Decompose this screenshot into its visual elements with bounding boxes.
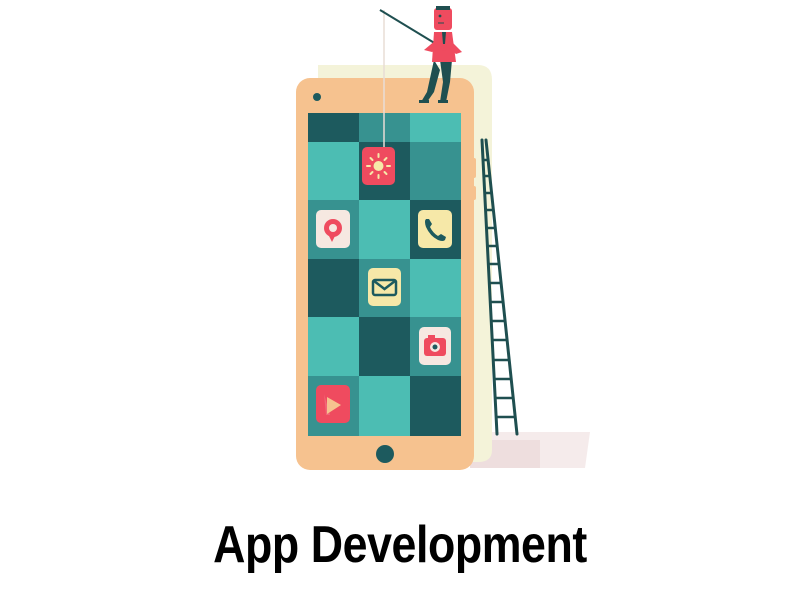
phone-side-button xyxy=(472,186,476,200)
app-development-illustration xyxy=(296,6,590,470)
page-title: App Development xyxy=(213,516,587,574)
mail-app-icon[interactable] xyxy=(368,268,401,306)
chat-app-icon[interactable] xyxy=(316,210,350,248)
camera-app-icon[interactable] xyxy=(419,327,451,365)
phone-side-button xyxy=(472,158,476,178)
sun-app-icon[interactable] xyxy=(362,147,395,185)
video-play-app-icon[interactable] xyxy=(316,385,350,423)
front-camera-icon xyxy=(313,93,321,101)
phone-app-icon[interactable] xyxy=(418,210,452,248)
home-button[interactable] xyxy=(376,445,394,463)
